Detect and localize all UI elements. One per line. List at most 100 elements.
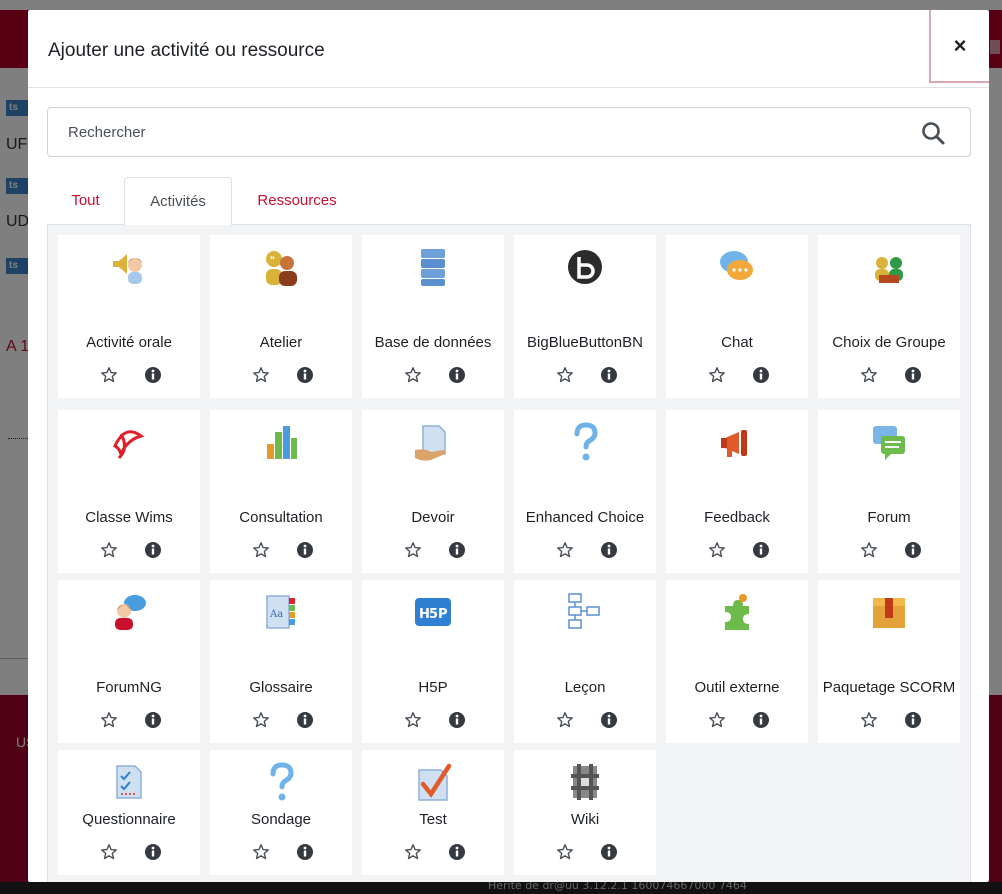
puzzle-icon [725, 594, 749, 630]
search-input[interactable] [48, 108, 908, 156]
activity-card[interactable]: Feedback [666, 410, 808, 573]
database-icon [421, 249, 445, 286]
h5p-icon: H 5P [415, 598, 451, 626]
close-button[interactable]: × [929, 10, 989, 83]
star-outline-icon[interactable] [708, 711, 726, 729]
activity-card[interactable]: H 5P H5P [362, 580, 504, 743]
info-circle-icon[interactable] [904, 711, 922, 729]
star-outline-icon[interactable] [556, 711, 574, 729]
modal-header: Ajouter une activité ou ressource × [28, 10, 989, 88]
activity-card[interactable]: Devoir [362, 410, 504, 573]
activity-actions [666, 709, 808, 733]
activity-card[interactable]: Wiki [514, 750, 656, 875]
activity-actions [362, 539, 504, 563]
activity-name: Leçon [564, 679, 606, 696]
quiz-check-icon [418, 763, 452, 801]
chat-bubbles-icon [720, 251, 753, 280]
star-outline-icon[interactable] [100, 711, 118, 729]
activity-name: Base de données [374, 334, 492, 351]
forumng-icon [115, 595, 146, 630]
activity-card[interactable]: Questionnaire [58, 750, 200, 875]
activity-name: Consultation [239, 509, 323, 526]
info-circle-icon[interactable] [296, 366, 314, 384]
tab-resources[interactable]: Ressources [232, 177, 362, 225]
activity-name: Feedback [704, 509, 770, 526]
info-circle-icon[interactable] [752, 711, 770, 729]
star-outline-icon[interactable] [708, 541, 726, 559]
search-icon[interactable] [920, 120, 946, 146]
activity-card[interactable]: Test [362, 750, 504, 875]
svg-text:Aa: Aa [269, 609, 283, 620]
info-circle-icon[interactable] [904, 541, 922, 559]
info-circle-icon[interactable] [752, 366, 770, 384]
info-circle-icon[interactable] [448, 711, 466, 729]
info-circle-icon[interactable] [600, 843, 618, 861]
activity-actions [514, 364, 656, 388]
star-outline-icon[interactable] [860, 541, 878, 559]
info-circle-icon[interactable] [448, 843, 466, 861]
star-outline-icon[interactable] [860, 711, 878, 729]
info-circle-icon[interactable] [600, 711, 618, 729]
activity-actions [210, 539, 352, 563]
activity-card[interactable]: Chat [666, 235, 808, 398]
star-outline-icon[interactable] [404, 366, 422, 384]
info-circle-icon[interactable] [448, 366, 466, 384]
info-circle-icon[interactable] [600, 366, 618, 384]
star-outline-icon[interactable] [404, 711, 422, 729]
star-outline-icon[interactable] [100, 541, 118, 559]
activity-name: Enhanced Choice [525, 509, 645, 526]
star-outline-icon[interactable] [556, 843, 574, 861]
tab-all[interactable]: Tout [47, 177, 124, 225]
info-circle-icon[interactable] [296, 843, 314, 861]
star-outline-icon[interactable] [100, 843, 118, 861]
info-circle-icon[interactable] [144, 366, 162, 384]
activity-card[interactable]: ❞ Atelier [210, 235, 352, 398]
activity-card[interactable]: Leçon [514, 580, 656, 743]
activity-name: Classe Wims [85, 509, 173, 526]
star-outline-icon[interactable] [556, 541, 574, 559]
activity-card[interactable]: Sondage [210, 750, 352, 875]
activity-card[interactable]: Activité orale [58, 235, 200, 398]
activity-card[interactable]: Base de données [362, 235, 504, 398]
star-outline-icon[interactable] [100, 366, 118, 384]
activity-name: Test [419, 811, 447, 828]
activity-name: BigBlueButtonBN [527, 334, 643, 351]
star-outline-icon[interactable] [252, 541, 270, 559]
activity-card[interactable]: Classe Wims [58, 410, 200, 573]
activity-grid: Activité orale ❞ Atelier Base de données Big… [47, 225, 971, 882]
star-outline-icon[interactable] [404, 541, 422, 559]
activity-card[interactable]: BigBlueButtonBN [514, 235, 656, 398]
activity-card[interactable]: Choix de Groupe [818, 235, 960, 398]
info-circle-icon[interactable] [904, 366, 922, 384]
star-outline-icon[interactable] [404, 843, 422, 861]
activity-card[interactable]: Enhanced Choice [514, 410, 656, 573]
info-circle-icon[interactable] [144, 843, 162, 861]
info-circle-icon[interactable] [144, 711, 162, 729]
lesson-flow-icon [568, 593, 600, 629]
activity-actions [666, 539, 808, 563]
star-outline-icon[interactable] [860, 366, 878, 384]
info-circle-icon[interactable] [600, 541, 618, 559]
star-outline-icon[interactable] [556, 366, 574, 384]
info-circle-icon[interactable] [296, 711, 314, 729]
activity-card[interactable]: ForumNG [58, 580, 200, 743]
activity-actions [362, 364, 504, 388]
activity-card[interactable]: Aa Glossaire [210, 580, 352, 743]
star-outline-icon[interactable] [252, 711, 270, 729]
activity-name: H5P [418, 679, 448, 696]
info-circle-icon[interactable] [296, 541, 314, 559]
forum-bubbles-icon [873, 426, 905, 460]
star-outline-icon[interactable] [708, 366, 726, 384]
activity-card[interactable]: Paquetage SCORM [818, 580, 960, 743]
info-circle-icon[interactable] [144, 541, 162, 559]
info-circle-icon[interactable] [448, 541, 466, 559]
tab-activities[interactable]: Activités [124, 177, 232, 226]
question-mark-icon [574, 422, 598, 461]
star-outline-icon[interactable] [252, 843, 270, 861]
star-outline-icon[interactable] [252, 366, 270, 384]
activity-actions [58, 841, 200, 865]
activity-card[interactable]: Outil externe [666, 580, 808, 743]
activity-card[interactable]: Consultation [210, 410, 352, 573]
info-circle-icon[interactable] [752, 541, 770, 559]
activity-card[interactable]: Forum [818, 410, 960, 573]
